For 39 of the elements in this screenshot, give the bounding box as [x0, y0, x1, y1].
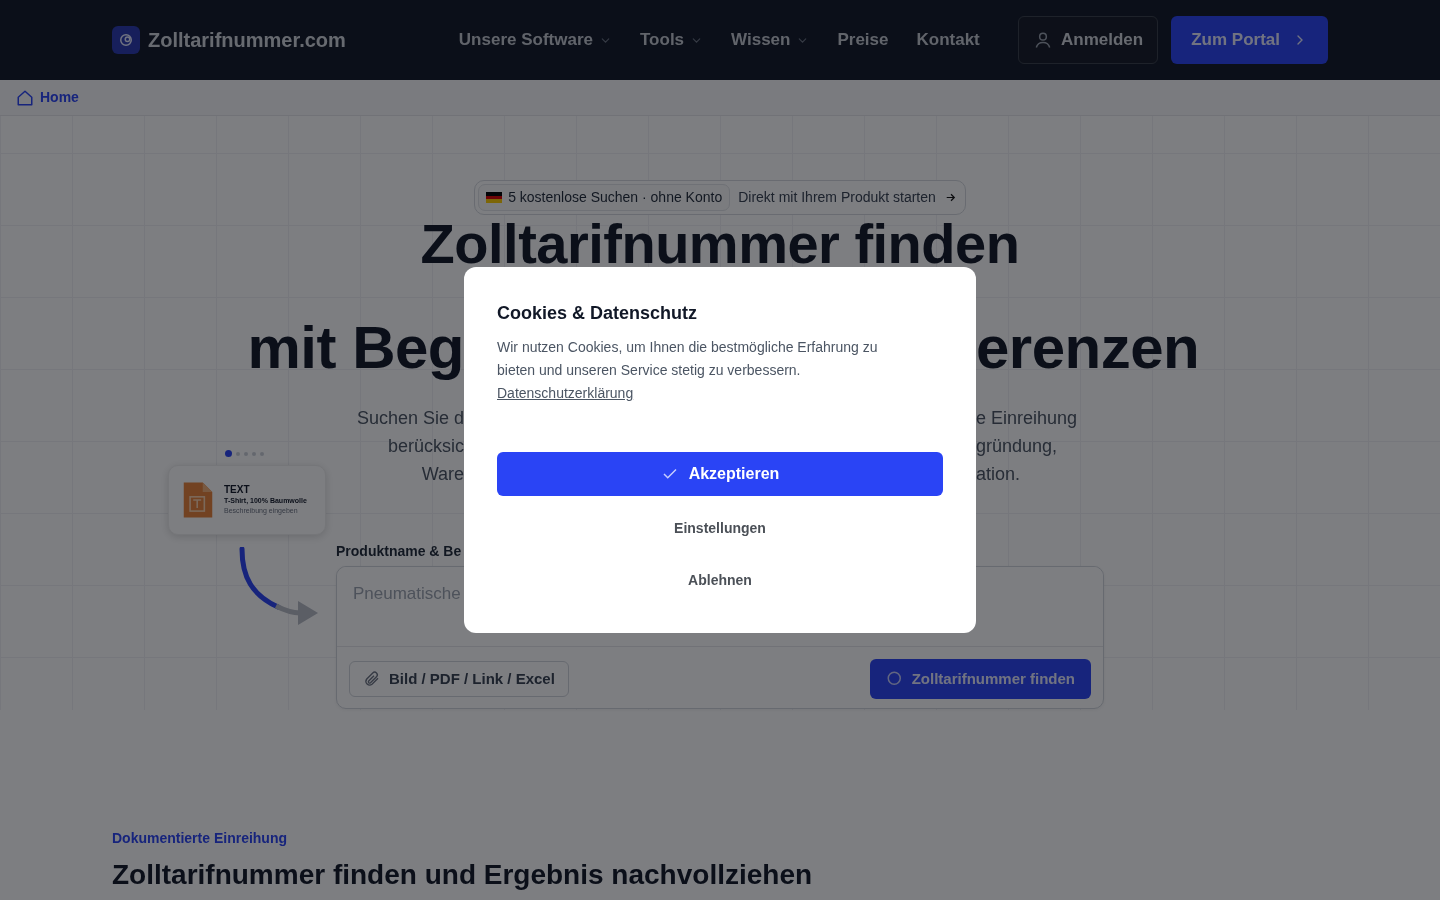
section-heading: Zolltarifnummer finden und Ergebnis nachvollziehen [112, 859, 814, 891]
intro-text-fragment: Suchen Sie d [356, 407, 464, 430]
carousel-dot[interactable] [225, 450, 232, 457]
intro-text-fragment: Ware [421, 463, 464, 486]
section-eyebrow: Dokumentierte Einreihung [112, 829, 289, 848]
nav-link[interactable]: Wissen [731, 27, 810, 53]
upload-button[interactable]: Bild / PDF / Link / Excel [349, 661, 569, 697]
privacy-link[interactable]: Datenschutzerklärung [497, 385, 634, 401]
dialog-title: Cookies & Datenschutz [497, 302, 699, 324]
home-icon [16, 88, 34, 107]
user-icon [1033, 30, 1053, 50]
free-search-tag: 5 kostenlose Suchen · ohne Konto [478, 184, 731, 211]
accept-button[interactable]: Akzeptieren [497, 452, 943, 496]
nav-link[interactable]: Kontakt [916, 27, 980, 53]
flag-icon [486, 192, 503, 203]
brand-link[interactable]: Zolltarifnummer.com [148, 25, 346, 55]
search-icon [885, 670, 904, 688]
dialog-text-button[interactable]: Ablehnen [676, 560, 764, 600]
login-button[interactable]: Anmelden [1018, 16, 1159, 64]
nav-link[interactable]: Tools [640, 27, 704, 53]
intro-text-fragment: e Einreihung [976, 407, 1078, 430]
nav-link[interactable]: Preise [837, 27, 889, 53]
portal-button[interactable]: Zum Portal [1171, 16, 1328, 64]
paperclip-icon [363, 670, 381, 688]
intro-text-fragment: ation. [976, 463, 1021, 486]
hero-title-fragment: mit Beg [247, 313, 464, 383]
intro-text-fragment: gründung, [976, 435, 1058, 458]
home-link[interactable]: Home [16, 87, 79, 108]
hero-title-fragment: erenzen [976, 313, 1200, 383]
logo-icon [112, 26, 140, 54]
nav-link[interactable]: Unsere Software [458, 27, 612, 53]
hero-title: Zolltarifnummer finden [419, 219, 1021, 269]
field-label: Produktname & Be [336, 542, 462, 561]
dialog-text-button[interactable]: Einstellungen [662, 508, 778, 548]
example-tag: TEXT [224, 484, 307, 496]
start-link[interactable]: Direkt mit Ihrem Produkt starten [738, 187, 957, 208]
search-button[interactable]: Zolltarifnummer finden [869, 659, 1091, 699]
dialog-text: Wir nutzen Cookies, um Ihnen die bestmögliche Erfahrung zu bieten und unseren Service stetig zu verbessern. Datenschutzerklärung [497, 338, 879, 403]
intro-text-fragment: berücksic [387, 435, 464, 458]
